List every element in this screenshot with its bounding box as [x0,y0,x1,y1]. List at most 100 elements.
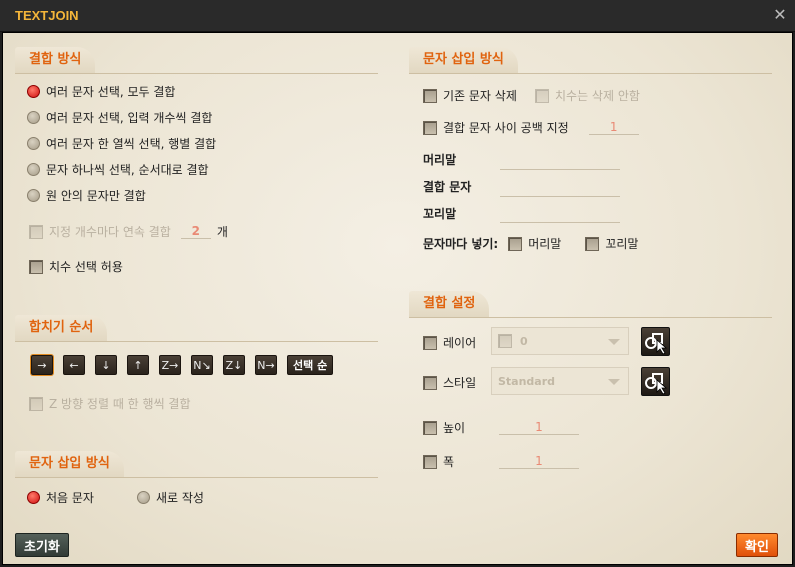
z-row-join-row: Z 방향 정렬 때 한 행씩 결합 [29,395,191,412]
z-horizontal-icon[interactable]: Z→ [159,355,181,375]
divider [409,317,772,318]
join-settings-heading: 결합 설정 [409,291,490,317]
delete-original-checkbox[interactable] [423,88,437,103]
style-label: 스타일 [443,376,477,390]
suffix-input[interactable] [500,222,620,223]
join-option-label: 원 안의 문자만 결합 [46,189,146,203]
height-input[interactable]: 1 [499,420,579,435]
radio-icon[interactable] [27,137,40,150]
per-count-checkbox[interactable] [29,224,43,239]
arrow-down-icon[interactable]: ↓ [95,355,117,375]
per-char-suffix-label: 꼬리말 [605,237,639,251]
height-checkbox[interactable] [423,420,437,435]
width-input[interactable]: 1 [499,454,579,469]
per-count-label: 지정 개수마다 연속 결합 [49,225,171,239]
height-label: 높이 [443,421,466,435]
layer-checkbox[interactable] [423,335,437,350]
style-pick-button[interactable] [641,367,670,396]
allow-dimension-label: 치수 선택 허용 [49,260,123,274]
space-checkbox[interactable] [423,120,437,135]
radio-selected-icon[interactable] [27,491,40,504]
join-char-input[interactable] [500,196,620,197]
n-horizontal-icon[interactable]: N↘ [191,355,213,375]
radio-icon[interactable] [27,111,40,124]
join-option-label: 여러 문자 선택, 모두 결합 [46,85,176,99]
space-input[interactable]: 1 [588,120,639,135]
pick-object-icon [645,373,668,395]
per-char-prefix-checkbox[interactable] [508,236,523,251]
insert-option-label: 처음 문자 [46,491,94,505]
reset-button[interactable]: 초기화 [15,533,69,557]
join-option-label: 여러 문자 선택, 입력 개수씩 결합 [46,111,213,125]
layer-value: 0 [520,334,528,348]
merge-order-heading: 합치기 순서 [15,315,108,341]
arrow-up-icon[interactable]: ↑ [127,355,149,375]
layer-row: 레이어 [423,334,476,351]
title-bar: TEXTJOIN ✕ [0,0,795,32]
z-row-join-checkbox[interactable] [29,396,43,411]
pick-object-icon [645,333,668,355]
radio-icon[interactable] [27,189,40,202]
prefix-row: 머리말 [423,151,456,168]
delete-original-label: 기존 문자 삭제 [443,89,517,103]
divider [15,73,378,74]
allow-dimension-row[interactable]: 치수 선택 허용 [29,258,123,275]
join-option-2[interactable]: 여러 문자 한 열씩 선택, 행별 결합 [27,135,216,152]
style-checkbox[interactable] [423,375,437,390]
width-checkbox[interactable] [423,454,437,469]
keep-dimension-row: 치수는 삭제 안함 [535,87,640,104]
insert-method-right-heading: 문자 삽입 방식 [409,47,518,73]
width-label: 폭 [443,455,455,469]
prefix-label: 머리말 [423,153,457,167]
allow-dimension-checkbox[interactable] [29,259,43,274]
per-char-prefix-label: 머리말 [528,237,562,251]
join-option-label: 여러 문자 한 열씩 선택, 행별 결합 [46,137,217,151]
delete-original-row[interactable]: 기존 문자 삭제 [423,87,517,104]
join-option-1[interactable]: 여러 문자 선택, 입력 개수씩 결합 [27,109,212,126]
join-option-label: 문자 하나씩 선택, 순서대로 결합 [46,163,209,177]
per-count-row: 지정 개수마다 연속 결합 2 개 [29,223,228,240]
join-char-label: 결합 문자 [423,180,472,194]
per-char-suffix-checkbox[interactable] [585,236,600,251]
insert-method-left-heading: 문자 삽입 방식 [15,451,124,477]
radio-selected-icon[interactable] [27,85,40,98]
insert-option-new[interactable]: 새로 작성 [137,489,204,506]
keep-dimension-label: 치수는 삭제 안함 [555,89,640,103]
arrow-right-icon[interactable]: → [31,355,53,375]
layer-label: 레이어 [443,336,477,350]
per-char-label: 문자마다 넣기: [423,237,499,251]
ok-button[interactable]: 확인 [736,533,778,557]
layer-dropdown[interactable]: 0 [491,327,629,355]
per-count-unit: 개 [216,225,228,239]
radio-icon[interactable] [137,491,150,504]
join-option-3[interactable]: 문자 하나씩 선택, 순서대로 결합 [27,161,209,178]
style-dropdown[interactable]: Standard [491,367,629,395]
radio-icon[interactable] [27,163,40,176]
n-vertical-icon[interactable]: N→ [255,355,277,375]
per-char-row: 문자마다 넣기: 머리말 꼬리말 [423,235,638,252]
keep-dimension-checkbox[interactable] [535,88,549,103]
space-row: 결합 문자 사이 공백 지정 1 [423,119,639,136]
z-vertical-icon[interactable]: Z↓ [223,355,245,375]
window-title: TEXTJOIN [15,8,79,23]
style-value: Standard [498,374,556,388]
join-option-4[interactable]: 원 안의 문자만 결합 [27,187,146,204]
layer-color-swatch [498,334,512,348]
join-method-heading: 결합 방식 [15,47,96,73]
merge-direction-buttons: → ← ↓ ↑ Z→ N↘ Z↓ N→ 선택 순 [31,355,334,375]
arrow-left-icon[interactable]: ← [63,355,85,375]
per-count-input[interactable]: 2 [180,224,211,239]
prefix-input[interactable] [500,169,620,170]
width-row: 폭 1 [423,453,579,470]
layer-pick-button[interactable] [641,327,670,356]
z-row-join-label: Z 방향 정렬 때 한 행씩 결합 [49,397,191,411]
suffix-row: 꼬리말 [423,205,456,222]
join-option-0[interactable]: 여러 문자 선택, 모두 결합 [27,83,175,100]
suffix-label: 꼬리말 [423,207,457,221]
chevron-down-icon [608,379,620,385]
selection-order-button[interactable]: 선택 순 [287,355,334,375]
close-icon[interactable]: ✕ [771,6,789,24]
insert-option-first[interactable]: 처음 문자 [27,489,94,506]
divider [409,73,772,74]
insert-option-label: 새로 작성 [156,491,204,505]
